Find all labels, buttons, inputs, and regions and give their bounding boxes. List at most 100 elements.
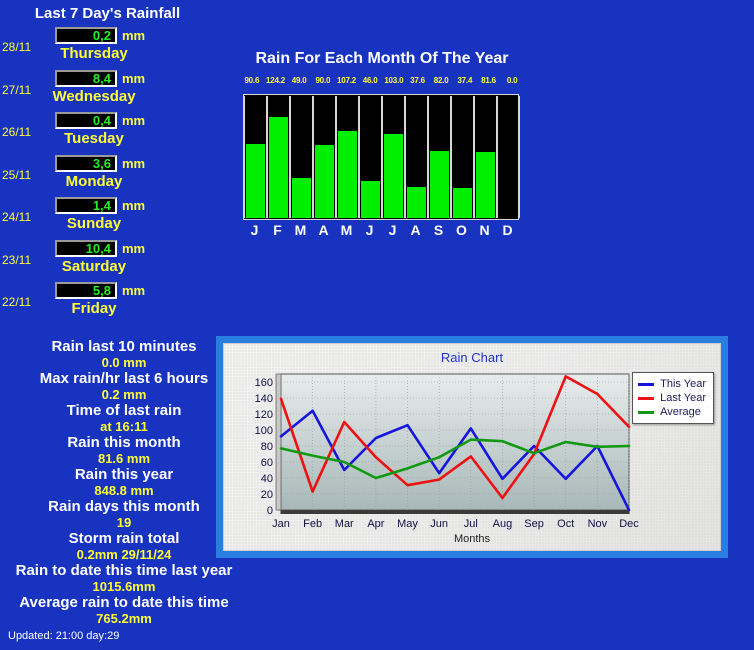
rain-chart-xtick: Feb (303, 518, 322, 530)
bar-cell (267, 96, 290, 218)
rain-stat-value: 765.2mm (96, 611, 152, 626)
bar-fill (384, 134, 403, 218)
rain-stat-value: 0.0 mm (101, 355, 147, 370)
rain-chart-xtick: Aug (493, 518, 513, 530)
day-value: 3,6 (92, 155, 111, 171)
rain-stat-value: 19 (116, 515, 132, 530)
bar-fill (315, 144, 334, 218)
rain-stat-label: Storm rain total (68, 530, 180, 547)
bar-fill (246, 144, 265, 218)
rain-chart-ytick: 140 (255, 393, 273, 405)
bar-cell (313, 96, 336, 218)
rain-stat-block: Storm rain total 0.2mm 29/11/24 (0, 530, 248, 562)
bar-month-label: M (340, 222, 353, 238)
day-unit: mm (122, 283, 146, 298)
rain-chart-xtick: Sep (524, 518, 544, 530)
bar-fill (361, 180, 380, 218)
day-unit: mm (122, 28, 146, 43)
day-value-display: 0,4 (55, 112, 117, 129)
day-value: 1,4 (92, 198, 111, 213)
bar-month-label: S (433, 222, 444, 238)
rain-chart-ytick: 100 (255, 425, 273, 437)
bar-month-label: O (456, 222, 467, 238)
bar-month-label: A (318, 222, 329, 238)
bar-chart-month-labels: JFMAMJJASOND (243, 222, 519, 242)
legend-swatch (638, 396, 655, 400)
monthly-rain-bar-chart: Rain For Each Month Of The Year 90.6 124.… (232, 50, 532, 240)
rain-chart-xtick: Mar (335, 518, 354, 530)
daily-rainfall-row: 23/11 10,4 mm Saturday (0, 239, 215, 281)
rain-chart-xtick: Nov (588, 518, 608, 530)
rain-line-chart-panel: Rain Chart 0 20 40 60 80 100 120 140 160 Jan Feb Ma… (216, 336, 728, 558)
day-name: Tuesday (64, 130, 124, 147)
rain-chart-xtick: May (397, 518, 418, 530)
bar-fill (269, 116, 288, 218)
rain-chart-xtick: Jun (430, 518, 448, 530)
rain-stat-label: Rain this month (67, 434, 181, 451)
bar-month-label: J (365, 222, 374, 238)
rain-chart-legend: This Year Last Year Average (632, 372, 714, 424)
day-unit: mm (122, 198, 146, 213)
day-unit: mm (122, 155, 146, 171)
rain-stat-block: Max rain/hr last 6 hours 0.2 mm (0, 370, 248, 402)
legend-row: This Year (638, 377, 706, 391)
rain-chart-ytick: 120 (255, 409, 273, 421)
rain-stat-label: Rain this year (74, 466, 174, 483)
rain-chart-ytick: 60 (261, 457, 273, 469)
rain-stat-block: Rain this month 81.6 mm (0, 434, 248, 466)
bar-cell (428, 96, 451, 218)
bar-month-label: F (273, 222, 282, 238)
day-name: Wednesday (52, 87, 136, 105)
bar-value-label: 103.0 (384, 76, 404, 85)
rain-chart-ytick: 80 (261, 441, 273, 453)
rain-stat-block: Rain days this month 19 (0, 498, 248, 530)
day-value: 5,8 (92, 283, 111, 298)
bar-cell (359, 96, 382, 218)
rain-statistics-list: Rain last 10 minutes 0.0 mm Max rain/hr la… (0, 338, 248, 626)
rain-chart-xtick: Jul (464, 518, 478, 530)
rain-stat-block: Rain this year 848.8 mm (0, 466, 248, 498)
bar-chart-plot-area (243, 94, 520, 220)
rain-chart-xtick: Dec (619, 518, 639, 530)
rain-stat-value: 0.2mm 29/11/24 (76, 547, 172, 562)
rain-stat-block: Average rain to date this time 765.2mm (0, 594, 248, 626)
rain-chart-xtick: Jan (272, 518, 290, 530)
legend-row: Average (638, 405, 706, 419)
rain-chart-xtick: Apr (367, 518, 384, 530)
bar-chart-title: Rain For Each Month Of The Year (255, 50, 509, 67)
page-title: Last 7 Day's Rainfall (34, 5, 181, 22)
bar-cell (474, 96, 497, 218)
rain-stat-value: 0.2 mm (101, 387, 147, 402)
bar-value-label: 82.0 (433, 76, 449, 85)
rain-stat-label: Rain last 10 minutes (51, 338, 197, 355)
bar-cell (497, 96, 520, 218)
day-value: 10,4 (85, 240, 111, 256)
bar-value-label: 37.6 (410, 76, 425, 85)
daily-rainfall-row: 28/11 0,2 mm Thursday (0, 26, 215, 68)
rain-stat-block: Time of last rain at 16:11 (0, 402, 248, 434)
rain-chart-ytick: 20 (261, 489, 273, 501)
rain-chart-ytick: 0 (267, 505, 273, 517)
bar-fill (430, 151, 449, 218)
day-name: Friday (71, 300, 117, 317)
day-value: 0,2 (92, 28, 111, 43)
rain-stat-block: Rain to date this time last year 1015.6mm (0, 562, 248, 594)
day-value-display: 0,2 (55, 27, 117, 44)
rain-stat-label: Rain to date this time last year (15, 562, 233, 579)
bar-month-label: J (250, 222, 259, 238)
bar-value-label: 37.4 (457, 76, 473, 85)
bar-month-label: D (502, 222, 513, 238)
bar-value-labels: 90.6 124.2 49.0 90.0 107.2 46.0 103.0 37.6 82.0 3… (240, 76, 524, 88)
bar-value-label: 107.2 (336, 76, 356, 85)
bar-month-label: M (294, 222, 307, 238)
bar-fill (407, 187, 426, 218)
rain-stat-value: 1015.6mm (92, 579, 156, 594)
bar-month-label: J (388, 222, 397, 238)
rain-chart-ytick: 40 (261, 473, 273, 485)
bar-cell (244, 96, 267, 218)
rain-chart-ytick: 160 (255, 377, 273, 389)
updated-timestamp: Updated: 21:00 day:29 (8, 630, 120, 642)
day-name: Saturday (61, 257, 127, 275)
bar-fill (476, 151, 495, 218)
daily-rainfall-row: 27/11 8,4 mm Wednesday (0, 69, 215, 111)
